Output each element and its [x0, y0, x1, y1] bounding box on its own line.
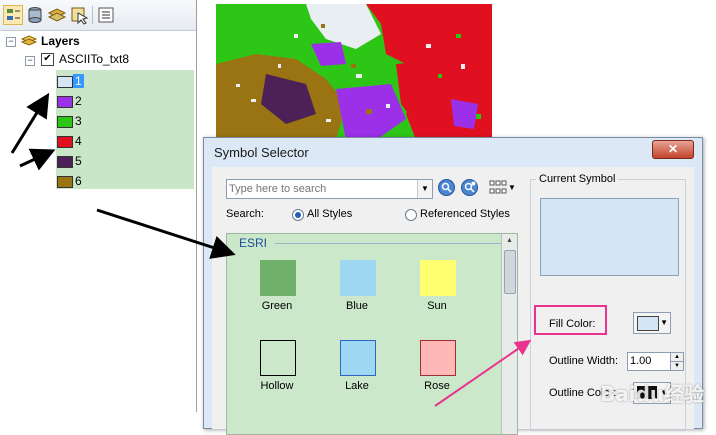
toolbar-divider — [92, 6, 93, 24]
toc-toolbar — [0, 0, 196, 31]
search-scope-label: Search: — [226, 208, 264, 220]
legend-label[interactable]: 2 — [75, 94, 82, 108]
symbol-item[interactable]: Lake — [317, 340, 397, 410]
symbol-gallery: ESRI Green Blue Sun Hollow Lake Rose ▲ — [226, 233, 518, 435]
layers-root-label[interactable]: Layers — [41, 32, 80, 50]
radio-selected-dot — [295, 212, 301, 218]
scroll-up-arrow-icon[interactable]: ▲ — [502, 234, 517, 248]
current-symbol-title: Current Symbol — [536, 173, 619, 185]
outline-width-stepper[interactable]: ▲ ▼ — [670, 352, 684, 371]
legend-label[interactable]: 4 — [75, 134, 82, 148]
list-by-drawing-order-icon[interactable] — [3, 5, 23, 25]
symbol-label: Blue — [345, 300, 369, 312]
symbol-swatch — [340, 340, 376, 376]
view-mode-dropdown[interactable]: ▼ — [508, 179, 516, 196]
collapse-layer-toggle[interactable]: − — [25, 56, 35, 66]
all-styles-radio[interactable] — [292, 209, 304, 221]
list-by-selection-icon[interactable] — [69, 5, 89, 25]
legend-label[interactable]: 5 — [75, 154, 82, 168]
symbol-swatch — [420, 340, 456, 376]
options-icon[interactable] — [96, 5, 116, 25]
collapse-layers-toggle[interactable]: − — [6, 37, 16, 47]
table-of-contents-panel: − Layers − ✔ ASCIITo_txt8 1 2 3 4 5 6 — [0, 0, 197, 412]
outline-width-input[interactable] — [630, 354, 660, 368]
symbol-swatch — [340, 260, 376, 296]
legend-swatch[interactable] — [57, 176, 73, 188]
list-by-source-icon[interactable] — [25, 5, 45, 25]
symbol-item[interactable]: Rose — [397, 340, 477, 410]
legend-swatch[interactable] — [57, 96, 73, 108]
current-symbol-preview — [540, 198, 679, 276]
legend-swatch[interactable] — [57, 76, 73, 88]
scroll-thumb[interactable] — [504, 250, 516, 294]
gallery-group-header: ESRI — [239, 236, 268, 250]
gallery-header-rule — [275, 243, 501, 244]
legend-swatch[interactable] — [57, 136, 73, 148]
symbol-label: Green — [261, 300, 293, 312]
close-button[interactable]: ✕ — [652, 140, 694, 159]
symbol-swatch — [260, 260, 296, 296]
gallery-scrollbar[interactable]: ▲ — [501, 234, 517, 434]
symbol-item[interactable]: Green — [237, 260, 317, 330]
raster-map — [216, 4, 492, 140]
outline-width-field[interactable] — [627, 352, 671, 371]
symbol-label: Hollow — [260, 380, 294, 392]
search-box[interactable]: ▼ — [226, 179, 433, 199]
list-by-visibility-icon[interactable] — [47, 5, 67, 25]
referenced-styles-label[interactable]: Referenced Styles — [420, 208, 510, 220]
legend-label[interactable]: 1 — [73, 74, 84, 88]
layer-visibility-checkbox[interactable]: ✔ — [41, 53, 54, 66]
layer-name[interactable]: ASCIITo_txt8 — [59, 50, 129, 68]
legend-swatch[interactable] — [57, 156, 73, 168]
dialog-title: Symbol Selector — [214, 145, 309, 160]
search-options-button[interactable] — [461, 179, 478, 196]
fill-color-highlight-box — [534, 305, 607, 335]
search-button[interactable] — [438, 179, 455, 196]
search-history-dropdown[interactable]: ▼ — [417, 180, 432, 198]
legend-swatch[interactable] — [57, 116, 73, 128]
symbol-item[interactable]: Sun — [397, 260, 477, 330]
symbol-item[interactable]: Blue — [317, 260, 397, 330]
symbol-item[interactable]: Hollow — [237, 340, 317, 410]
chevron-down-icon: ▼ — [660, 318, 668, 327]
symbol-label: Lake — [345, 380, 369, 392]
referenced-styles-radio[interactable] — [405, 209, 417, 221]
all-styles-label[interactable]: All Styles — [307, 208, 352, 220]
symbol-label: Rose — [424, 380, 450, 392]
symbol-label: Sun — [427, 300, 447, 312]
fill-color-swatch — [637, 316, 659, 331]
spin-down-icon[interactable]: ▼ — [670, 361, 684, 371]
watermark: Baidu经验 — [600, 382, 705, 406]
symbol-swatch — [420, 260, 456, 296]
fill-color-picker[interactable]: ▼ — [633, 312, 671, 334]
search-input[interactable] — [229, 181, 409, 196]
legend-label[interactable]: 6 — [75, 174, 82, 188]
outline-width-label: Outline Width: — [549, 355, 619, 367]
symbol-swatch — [260, 340, 296, 376]
legend-label[interactable]: 3 — [75, 114, 82, 128]
layers-icon — [20, 34, 38, 51]
view-mode-button[interactable] — [489, 179, 507, 196]
